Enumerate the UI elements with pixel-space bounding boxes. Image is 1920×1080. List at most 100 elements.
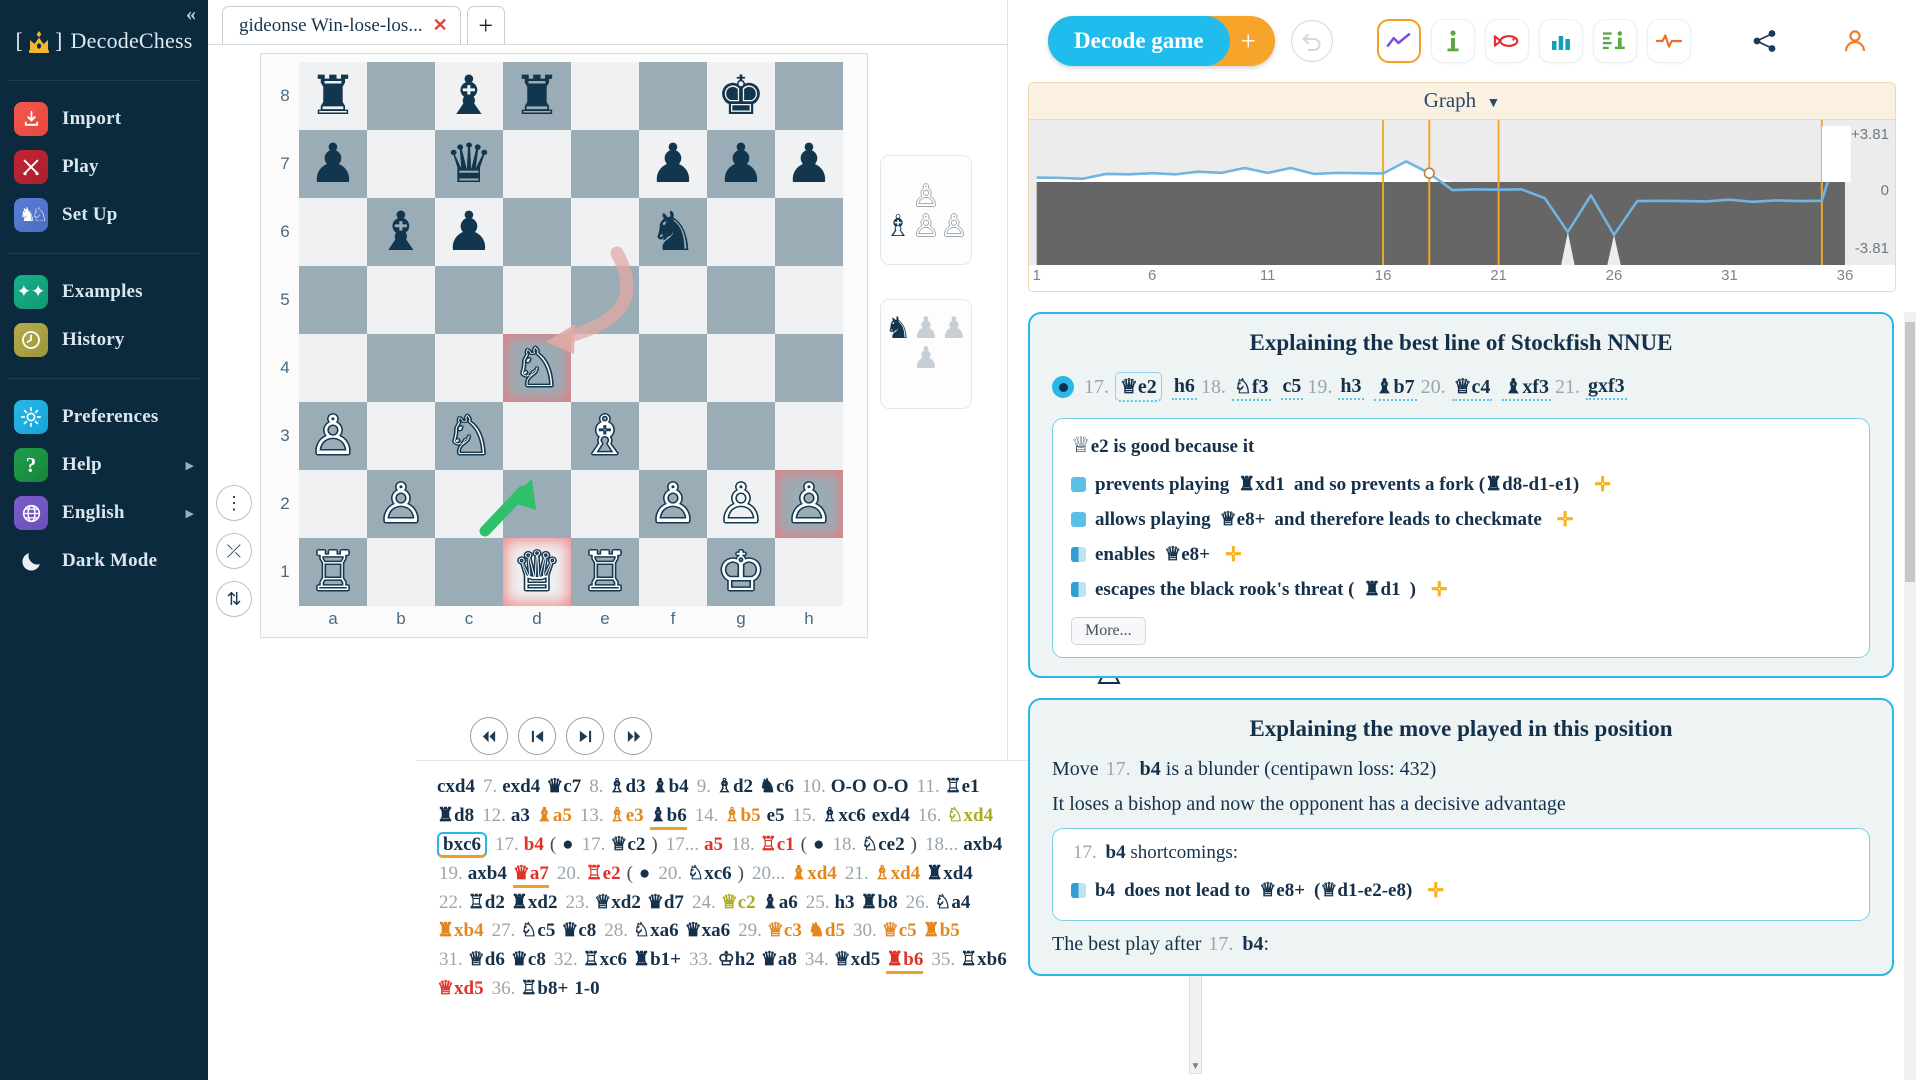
decode-add-button[interactable]: + — [1230, 26, 1271, 57]
move-token[interactable]: ♜xb4 — [437, 920, 484, 941]
board-square[interactable] — [503, 470, 571, 538]
move-token[interactable]: axb4 — [468, 863, 507, 884]
board-square[interactable] — [571, 130, 639, 198]
undo-button[interactable] — [1290, 20, 1333, 62]
board-flip-button[interactable]: ⤫ — [216, 533, 252, 569]
board-square[interactable]: ♙ — [775, 470, 843, 538]
sidebar-item-history[interactable]: History — [0, 316, 208, 364]
expand-icon[interactable]: ✛ — [1557, 507, 1574, 532]
best-line-move[interactable]: gxf3 — [1586, 375, 1627, 400]
move-token[interactable]: ♛d7 — [647, 892, 684, 913]
board-square[interactable] — [707, 198, 775, 266]
board-square[interactable] — [571, 198, 639, 266]
board-squares[interactable]: 8 ♜ ♝ ♜ ♚ 7 ♟ ♛ ♟ ♟ ♟ 6 ♝ ♟ ♞ 5 4 ♘ 3 ♙ ♘ ♗ 2 ♙ ♙ ♙ ♙ 1 ♖ ♕ ♖ ♔ — [271, 62, 857, 606]
board-square[interactable]: ♜ — [299, 62, 367, 130]
board-swap-button[interactable]: ⇅ — [216, 581, 252, 617]
move-token[interactable]: ♞c6 — [759, 776, 794, 797]
move-token[interactable]: ♛a8 — [761, 949, 797, 970]
move-token[interactable]: ♖b8+ — [520, 978, 568, 999]
best-line-move[interactable]: ♝xf3 — [1502, 374, 1552, 401]
move-token[interactable]: 1-0 — [574, 978, 599, 999]
move-token[interactable]: a3 — [511, 805, 530, 826]
reason-move[interactable]: ♜xd1 — [1238, 473, 1285, 496]
board-square[interactable] — [367, 402, 435, 470]
trend-line-icon[interactable] — [1376, 19, 1421, 63]
move-token[interactable]: ♘a4 — [934, 892, 970, 913]
bar-chart-icon[interactable] — [1538, 19, 1583, 63]
move-token[interactable]: ♘c5 — [520, 920, 555, 941]
board-square[interactable] — [503, 402, 571, 470]
board-square[interactable] — [639, 334, 707, 402]
move-token[interactable]: e5 — [767, 805, 785, 826]
chess-piece[interactable]: ♙ — [309, 409, 357, 463]
board-square[interactable]: ♗ — [571, 402, 639, 470]
board-square[interactable] — [571, 266, 639, 334]
list-info-icon[interactable] — [1592, 19, 1637, 63]
board-square[interactable] — [299, 198, 367, 266]
move-token[interactable]: ♘xd4 — [947, 805, 994, 826]
chess-piece[interactable]: ♛ — [445, 137, 493, 191]
move-token[interactable]: ● — [639, 863, 650, 884]
user-icon[interactable] — [1832, 19, 1877, 63]
graph-header[interactable]: Graph ▼ — [1029, 83, 1895, 120]
board-square[interactable]: ♚ — [707, 62, 775, 130]
chess-piece[interactable]: ♙ — [649, 477, 697, 531]
move-token[interactable]: ♘xa6 — [633, 920, 679, 941]
move-token[interactable]: ( — [627, 863, 633, 884]
board-square[interactable] — [503, 266, 571, 334]
move-token[interactable]: ) — [651, 834, 657, 855]
chess-piece[interactable]: ♟ — [717, 137, 765, 191]
board-square[interactable] — [435, 266, 503, 334]
move-token[interactable]: ♕c5 — [882, 920, 917, 941]
sidebar-item-dark-mode[interactable]: Dark Mode — [0, 537, 208, 585]
more-button[interactable]: More... — [1071, 617, 1146, 645]
chess-piece[interactable]: ♝ — [377, 205, 425, 259]
board-square[interactable]: ♔ — [707, 538, 775, 606]
board-square[interactable] — [639, 266, 707, 334]
board-square[interactable]: ♝ — [367, 198, 435, 266]
board-square[interactable] — [639, 62, 707, 130]
move-token[interactable]: ♖c1 — [760, 834, 795, 855]
board-square[interactable] — [707, 402, 775, 470]
board-square[interactable] — [435, 538, 503, 606]
chess-piece[interactable]: ♜ — [309, 69, 357, 123]
board-square[interactable]: ♟ — [707, 130, 775, 198]
fish-icon[interactable] — [1484, 19, 1529, 63]
best-line-move[interactable]: h6 — [1171, 375, 1197, 400]
move-token[interactable]: ♜d8 — [437, 805, 474, 826]
chess-piece[interactable]: ♝ — [445, 69, 493, 123]
move-token[interactable]: ♜xd4 — [926, 863, 973, 884]
chess-piece[interactable]: ♙ — [717, 477, 765, 531]
move-token[interactable]: ♖e2 — [586, 863, 621, 884]
expand-icon[interactable]: ✛ — [1431, 577, 1448, 602]
list-item[interactable]: escapes the black rook's threat ( ♜d1 ) … — [1071, 572, 1851, 607]
chess-piece[interactable]: ♟ — [309, 137, 357, 191]
move-token[interactable]: h3 — [834, 892, 854, 913]
add-tab-button[interactable]: + — [466, 6, 505, 44]
board-square[interactable] — [435, 470, 503, 538]
list-item[interactable]: allows playing ♕e8+ and therefore leads … — [1071, 502, 1851, 537]
board-square[interactable] — [775, 538, 843, 606]
sidebar-item-import[interactable]: Import — [0, 95, 208, 143]
shortcoming-move[interactable]: b4 — [1095, 880, 1115, 902]
graph-plot[interactable]: +3.81 0 -3.81 — [1029, 120, 1895, 265]
nav-last-button[interactable] — [614, 717, 652, 755]
move-token[interactable]: axb4 — [963, 834, 1002, 855]
move-token[interactable]: ♛c8 — [511, 949, 546, 970]
move-token[interactable]: ♖e1 — [945, 776, 980, 797]
move-token[interactable]: ♜xd2 — [511, 892, 558, 913]
tab-game[interactable]: gideonse Win-lose-los... ✕ — [222, 6, 461, 44]
board-square[interactable]: ♜ — [503, 62, 571, 130]
board-square[interactable] — [367, 538, 435, 606]
scrollbar-thumb[interactable] — [1905, 322, 1915, 582]
move-token[interactable]: b4 — [524, 834, 544, 855]
chess-piece[interactable]: ♜ — [513, 69, 561, 123]
move-token[interactable]: ) — [738, 863, 744, 884]
move-token[interactable]: ♜b8 — [861, 892, 898, 913]
board-square[interactable] — [299, 266, 367, 334]
played-move[interactable]: b4 — [1140, 758, 1161, 780]
chess-piece[interactable]: ♞ — [649, 205, 697, 259]
sidebar-collapse-button[interactable]: « — [186, 4, 196, 24]
move-token[interactable]: ♖d2 — [468, 892, 505, 913]
best-line-move[interactable]: ♘f3 — [1231, 374, 1271, 401]
